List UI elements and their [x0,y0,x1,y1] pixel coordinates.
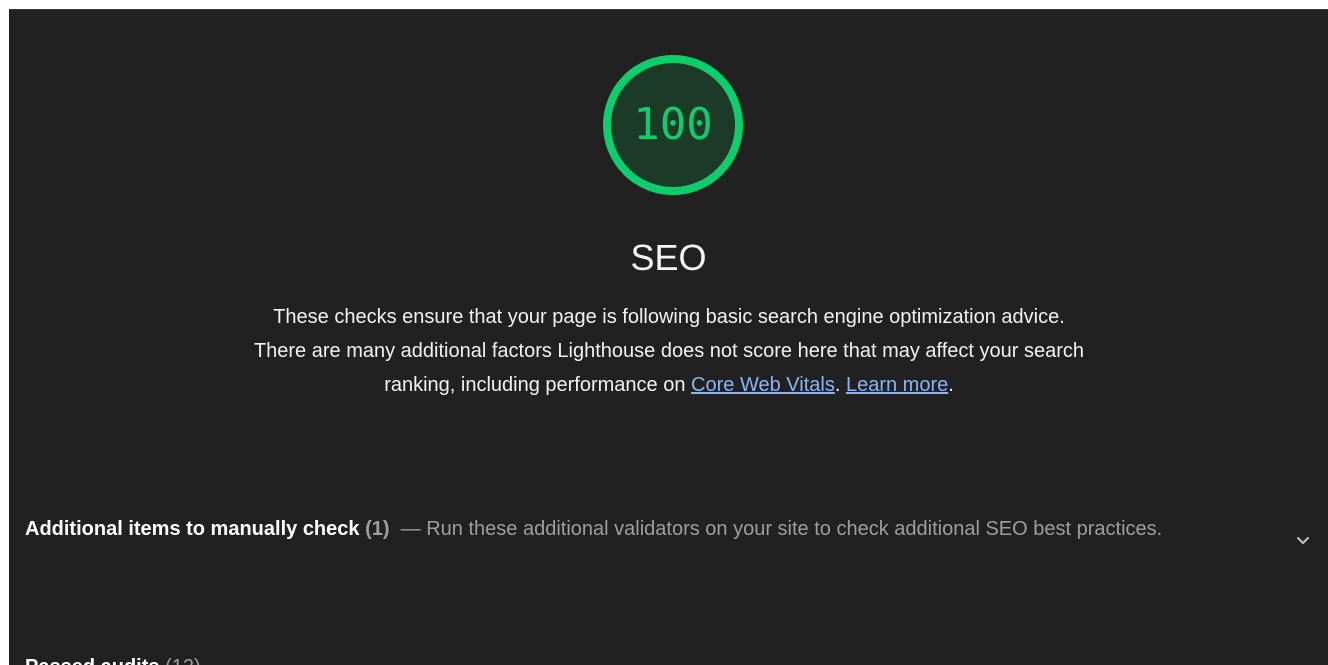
category-description: These checks ensure that your page is fo… [247,300,1091,402]
category-title: SEO [630,237,707,278]
category-description-text: These checks ensure that your page is fo… [253,306,1085,396]
page-frame: 100 SEO These checks ensure that your pa… [0,0,1328,665]
passed-audits-group[interactable]: Passed audits (12) [25,650,201,665]
score-gauge: 100 [599,51,747,199]
lighthouse-report-panel: 100 SEO These checks ensure that your pa… [9,9,1328,665]
group-description: — Run these additional validators on you… [400,518,1163,540]
group-title: Additional items to manually check [25,518,360,540]
core-web-vitals-link[interactable]: Core Web Vitals [691,374,835,396]
manual-checks-group[interactable]: Additional items to manually check (1) —… [25,512,1295,546]
description-separator: . [834,374,846,396]
chevron-down-icon[interactable] [1294,532,1312,550]
score-value: 100 [633,99,713,150]
learn-more-link[interactable]: Learn more [846,374,948,396]
group-count: (1) [365,518,390,540]
description-end: . [948,374,954,396]
